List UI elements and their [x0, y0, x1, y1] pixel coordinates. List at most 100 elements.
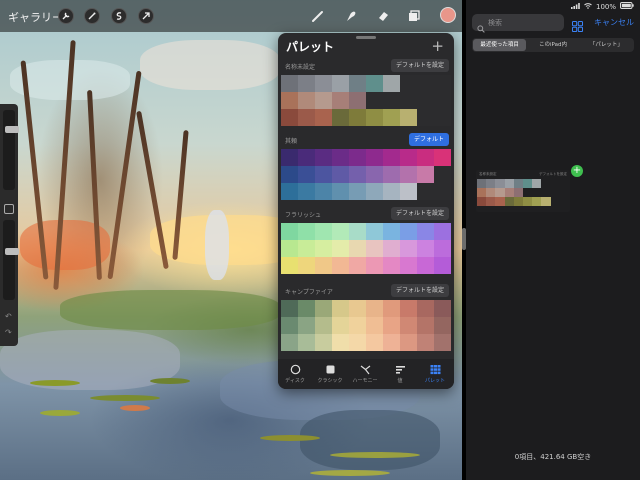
color-swatch[interactable]: [349, 240, 366, 257]
color-swatch[interactable]: [298, 334, 315, 351]
color-swatch[interactable]: [383, 334, 400, 351]
color-swatch[interactable]: [383, 166, 400, 183]
undo-icon[interactable]: ↶: [5, 312, 12, 321]
color-swatch[interactable]: [400, 92, 417, 109]
color-swatch[interactable]: [349, 92, 366, 109]
color-swatch[interactable]: [332, 166, 349, 183]
color-swatch[interactable]: [383, 300, 400, 317]
color-swatch[interactable]: [298, 149, 315, 166]
color-swatch[interactable]: [366, 300, 383, 317]
color-swatch[interactable]: [400, 240, 417, 257]
color-swatch[interactable]: [383, 75, 400, 92]
color-swatch[interactable]: [400, 300, 417, 317]
color-swatch[interactable]: [281, 75, 298, 92]
color-swatch[interactable]: [281, 317, 298, 334]
cancel-button[interactable]: キャンセル: [594, 17, 634, 28]
color-swatch[interactable]: [315, 317, 332, 334]
default-palette-badge[interactable]: デフォルト: [408, 133, 449, 146]
color-swatch[interactable]: [366, 149, 383, 166]
smudge-icon[interactable]: [343, 8, 359, 24]
color-swatch[interactable]: [417, 300, 434, 317]
color-swatch[interactable]: [349, 109, 366, 126]
color-swatch[interactable]: [349, 334, 366, 351]
scope-palette-folder[interactable]: 「パレット」: [580, 39, 633, 51]
color-swatch[interactable]: [383, 149, 400, 166]
panel-grabber[interactable]: [356, 36, 376, 39]
color-swatch[interactable]: [281, 183, 298, 200]
color-swatch[interactable]: [417, 257, 434, 274]
color-swatch[interactable]: [434, 300, 451, 317]
color-swatch[interactable]: [281, 334, 298, 351]
color-swatch[interactable]: [400, 334, 417, 351]
redo-icon[interactable]: ↷: [5, 328, 12, 337]
color-swatch[interactable]: [315, 183, 332, 200]
color-swatch[interactable]: [332, 75, 349, 92]
color-swatch[interactable]: [349, 317, 366, 334]
color-swatch[interactable]: [298, 109, 315, 126]
color-swatch[interactable]: [281, 223, 298, 240]
color-swatch[interactable]: [434, 75, 451, 92]
color-swatch[interactable]: [332, 149, 349, 166]
layers-icon[interactable]: [406, 8, 422, 24]
color-swatch[interactable]: [332, 300, 349, 317]
search-input[interactable]: [488, 14, 560, 31]
color-swatch[interactable]: [281, 300, 298, 317]
color-swatch[interactable]: [366, 317, 383, 334]
color-swatch[interactable]: [315, 240, 332, 257]
color-swatch[interactable]: [332, 257, 349, 274]
color-swatch[interactable]: [332, 334, 349, 351]
color-swatch[interactable]: [383, 257, 400, 274]
color-swatch[interactable]: [366, 257, 383, 274]
color-swatch[interactable]: [315, 109, 332, 126]
palette-name[interactable]: フラリッシュ: [285, 210, 321, 219]
brush-size-slider[interactable]: [3, 110, 19, 190]
color-swatch[interactable]: [383, 183, 400, 200]
color-swatch[interactable]: [315, 92, 332, 109]
color-swatch[interactable]: [434, 240, 451, 257]
color-swatch[interactable]: [281, 240, 298, 257]
color-swatch[interactable]: [417, 109, 434, 126]
palette-name[interactable]: 其頼: [285, 136, 297, 145]
color-swatch[interactable]: [281, 109, 298, 126]
color-swatch[interactable]: [332, 317, 349, 334]
color-swatch[interactable]: [332, 92, 349, 109]
color-swatch[interactable]: [298, 75, 315, 92]
color-swatch[interactable]: [400, 75, 417, 92]
color-swatch[interactable]: [417, 183, 434, 200]
color-swatch[interactable]: [383, 92, 400, 109]
color-swatch[interactable]: [417, 334, 434, 351]
color-swatch[interactable]: [298, 166, 315, 183]
brush-opacity-thumb[interactable]: [5, 247, 19, 255]
set-default-button[interactable]: デフォルトを設定: [390, 59, 449, 72]
color-swatch[interactable]: [383, 240, 400, 257]
scope-recents[interactable]: 最近使った項目: [473, 39, 527, 51]
color-swatch[interactable]: [434, 223, 451, 240]
color-swatch[interactable]: [434, 92, 451, 109]
color-swatch[interactable]: [315, 75, 332, 92]
color-swatch[interactable]: [400, 149, 417, 166]
wrench-icon[interactable]: [58, 8, 74, 24]
color-swatch[interactable]: [417, 92, 434, 109]
color-swatch[interactable]: [332, 183, 349, 200]
color-swatch[interactable]: [332, 109, 349, 126]
color-swatch[interactable]: [281, 257, 298, 274]
palette-name[interactable]: キャンプファイア: [285, 287, 333, 296]
search-field[interactable]: [472, 14, 564, 33]
color-swatch[interactable]: [434, 166, 451, 183]
color-swatch[interactable]: [383, 109, 400, 126]
color-swatch[interactable]: [315, 334, 332, 351]
grid-view-icon[interactable]: [572, 17, 583, 36]
color-swatch[interactable]: [332, 240, 349, 257]
color-swatch[interactable]: [366, 92, 383, 109]
color-swatch[interactable]: [434, 183, 451, 200]
color-swatch[interactable]: [417, 317, 434, 334]
set-default-button[interactable]: デフォルトを設定: [390, 284, 449, 297]
color-swatch[interactable]: [440, 7, 456, 23]
tab-value[interactable]: 値: [383, 363, 417, 384]
color-swatch[interactable]: [434, 317, 451, 334]
dragged-palette-preview[interactable]: 名称未設定 デフォルトを設定: [476, 170, 570, 212]
tab-classic[interactable]: クラシック: [313, 363, 347, 384]
color-swatch[interactable]: [349, 300, 366, 317]
color-swatch[interactable]: [434, 109, 451, 126]
scope-on-ipad[interactable]: このiPad内: [526, 39, 579, 51]
